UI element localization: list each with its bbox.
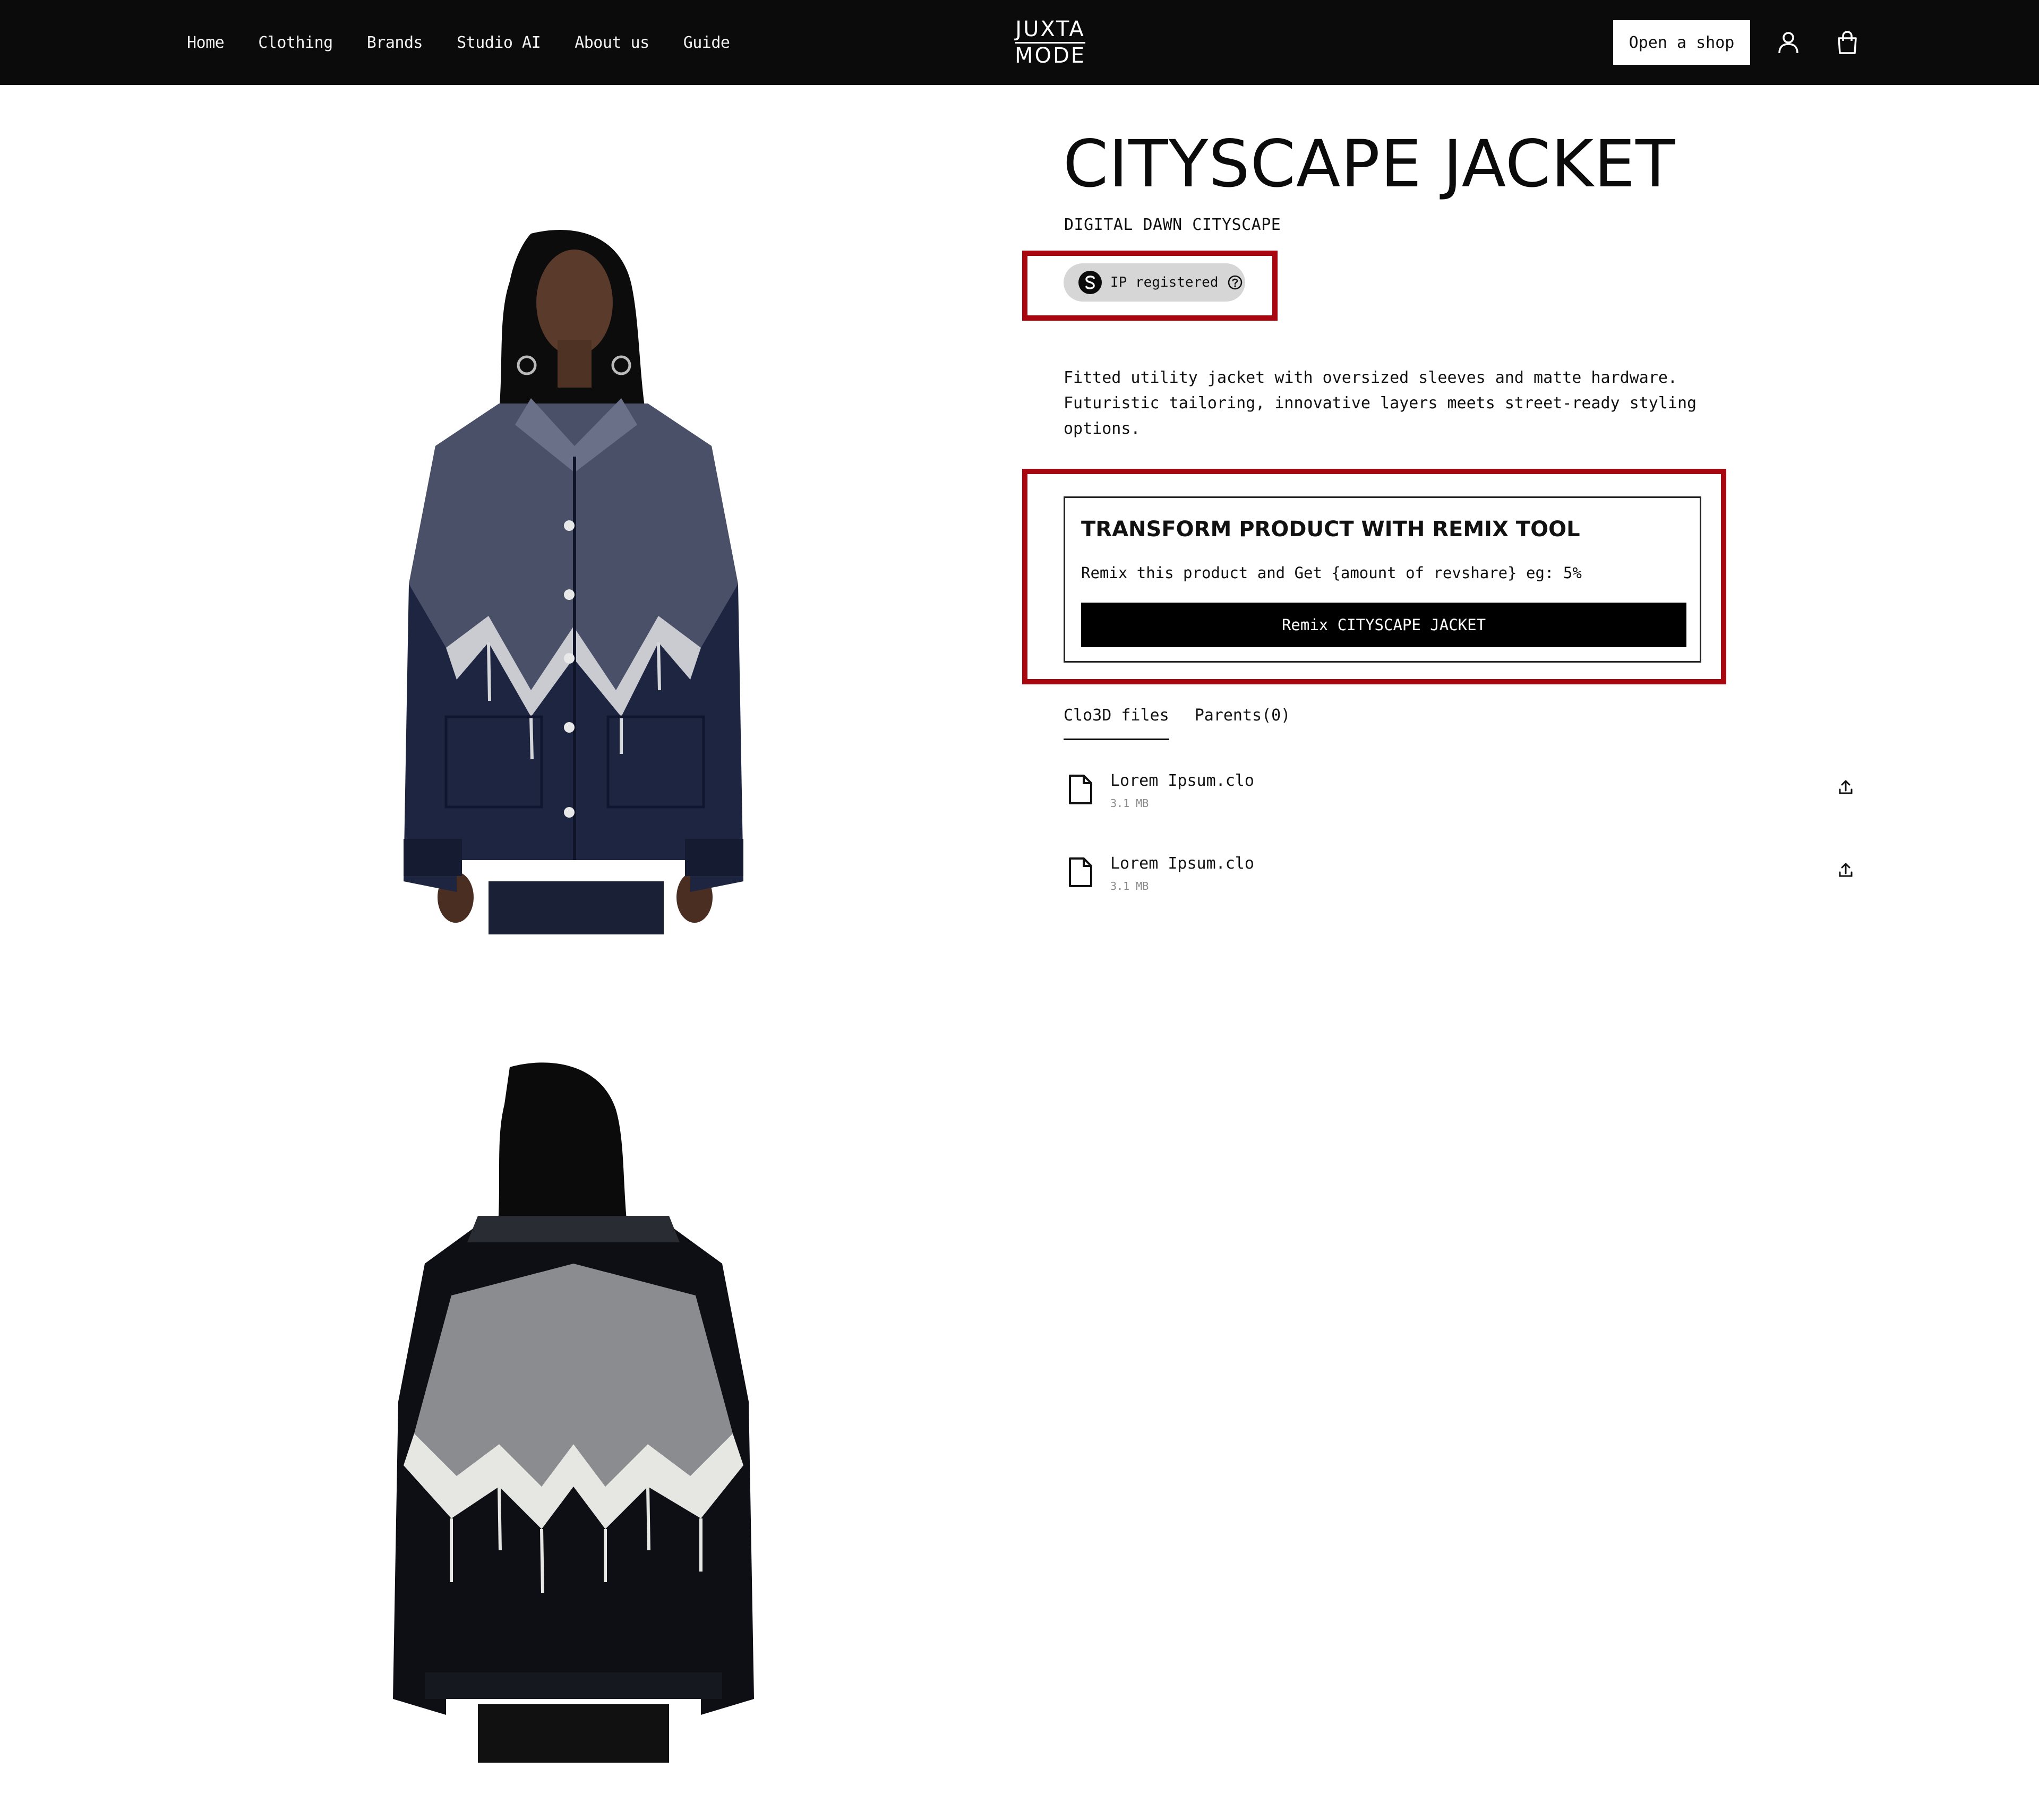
logo-bottom-word: MODE (1014, 44, 1086, 68)
nav-link-clothing[interactable]: Clothing (258, 33, 333, 52)
remix-tool-card: TRANSFORM PRODUCT WITH REMIX TOOL Remix … (1064, 496, 1701, 663)
site-logo[interactable]: JUXTA MODE (1013, 17, 1087, 68)
tab-clo3d-files[interactable]: Clo3D files (1064, 706, 1169, 740)
file-tabs: Clo3D files Parents(0) (1064, 706, 1316, 740)
product-page: Home Clothing Brands Studio AI About us … (0, 0, 2039, 1820)
main-nav: Home Clothing Brands Studio AI About us … (187, 0, 764, 85)
top-navigation-bar: Home Clothing Brands Studio AI About us … (0, 0, 2039, 85)
product-image-back[interactable] (372, 1062, 775, 1763)
file-size: 3.1 MB (1110, 880, 1149, 892)
ip-registered-badge[interactable]: IP registered (1064, 263, 1245, 302)
file-name: Lorem Ipsum.clo (1110, 854, 1254, 873)
product-description: Fitted utility jacket with oversized sle… (1064, 368, 1697, 438)
tab-parents[interactable]: Parents(0) (1195, 706, 1291, 740)
remix-revshare-text: Remix this product and Get {amount of re… (1081, 564, 1582, 582)
file-row[interactable]: Lorem Ipsum.clo 3.1 MB (1064, 850, 1860, 898)
open-shop-button[interactable]: Open a shop (1613, 20, 1750, 65)
remix-product-button[interactable]: Remix CITYSCAPE JACKET (1081, 603, 1686, 647)
file-name: Lorem Ipsum.clo (1110, 771, 1254, 790)
upload-icon[interactable] (1836, 861, 1855, 880)
file-icon (1069, 857, 1092, 887)
nav-link-about-us[interactable]: About us (575, 33, 649, 52)
user-icon[interactable] (1776, 30, 1801, 55)
remix-card-title: TRANSFORM PRODUCT WITH REMIX TOOL (1081, 517, 1580, 542)
file-icon (1069, 775, 1092, 804)
product-title: CITYSCAPE JACKET (1063, 126, 1676, 202)
file-row[interactable]: Lorem Ipsum.clo 3.1 MB (1064, 767, 1860, 815)
logo-top-word: JUXTA (1015, 17, 1085, 41)
product-collection: DIGITAL DAWN CITYSCAPE (1064, 216, 1281, 234)
nav-link-brands[interactable]: Brands (367, 33, 423, 52)
shopping-bag-icon[interactable] (1835, 30, 1860, 55)
help-circle-icon[interactable] (1227, 274, 1243, 290)
file-size: 3.1 MB (1110, 797, 1149, 810)
nav-link-guide[interactable]: Guide (683, 33, 730, 52)
nav-link-home[interactable]: Home (187, 33, 225, 52)
product-image-front[interactable] (372, 223, 775, 934)
upload-icon[interactable] (1836, 778, 1855, 797)
nav-link-studio-ai[interactable]: Studio AI (457, 33, 541, 52)
story-protocol-icon (1078, 271, 1102, 294)
ip-registered-label: IP registered (1110, 274, 1219, 290)
